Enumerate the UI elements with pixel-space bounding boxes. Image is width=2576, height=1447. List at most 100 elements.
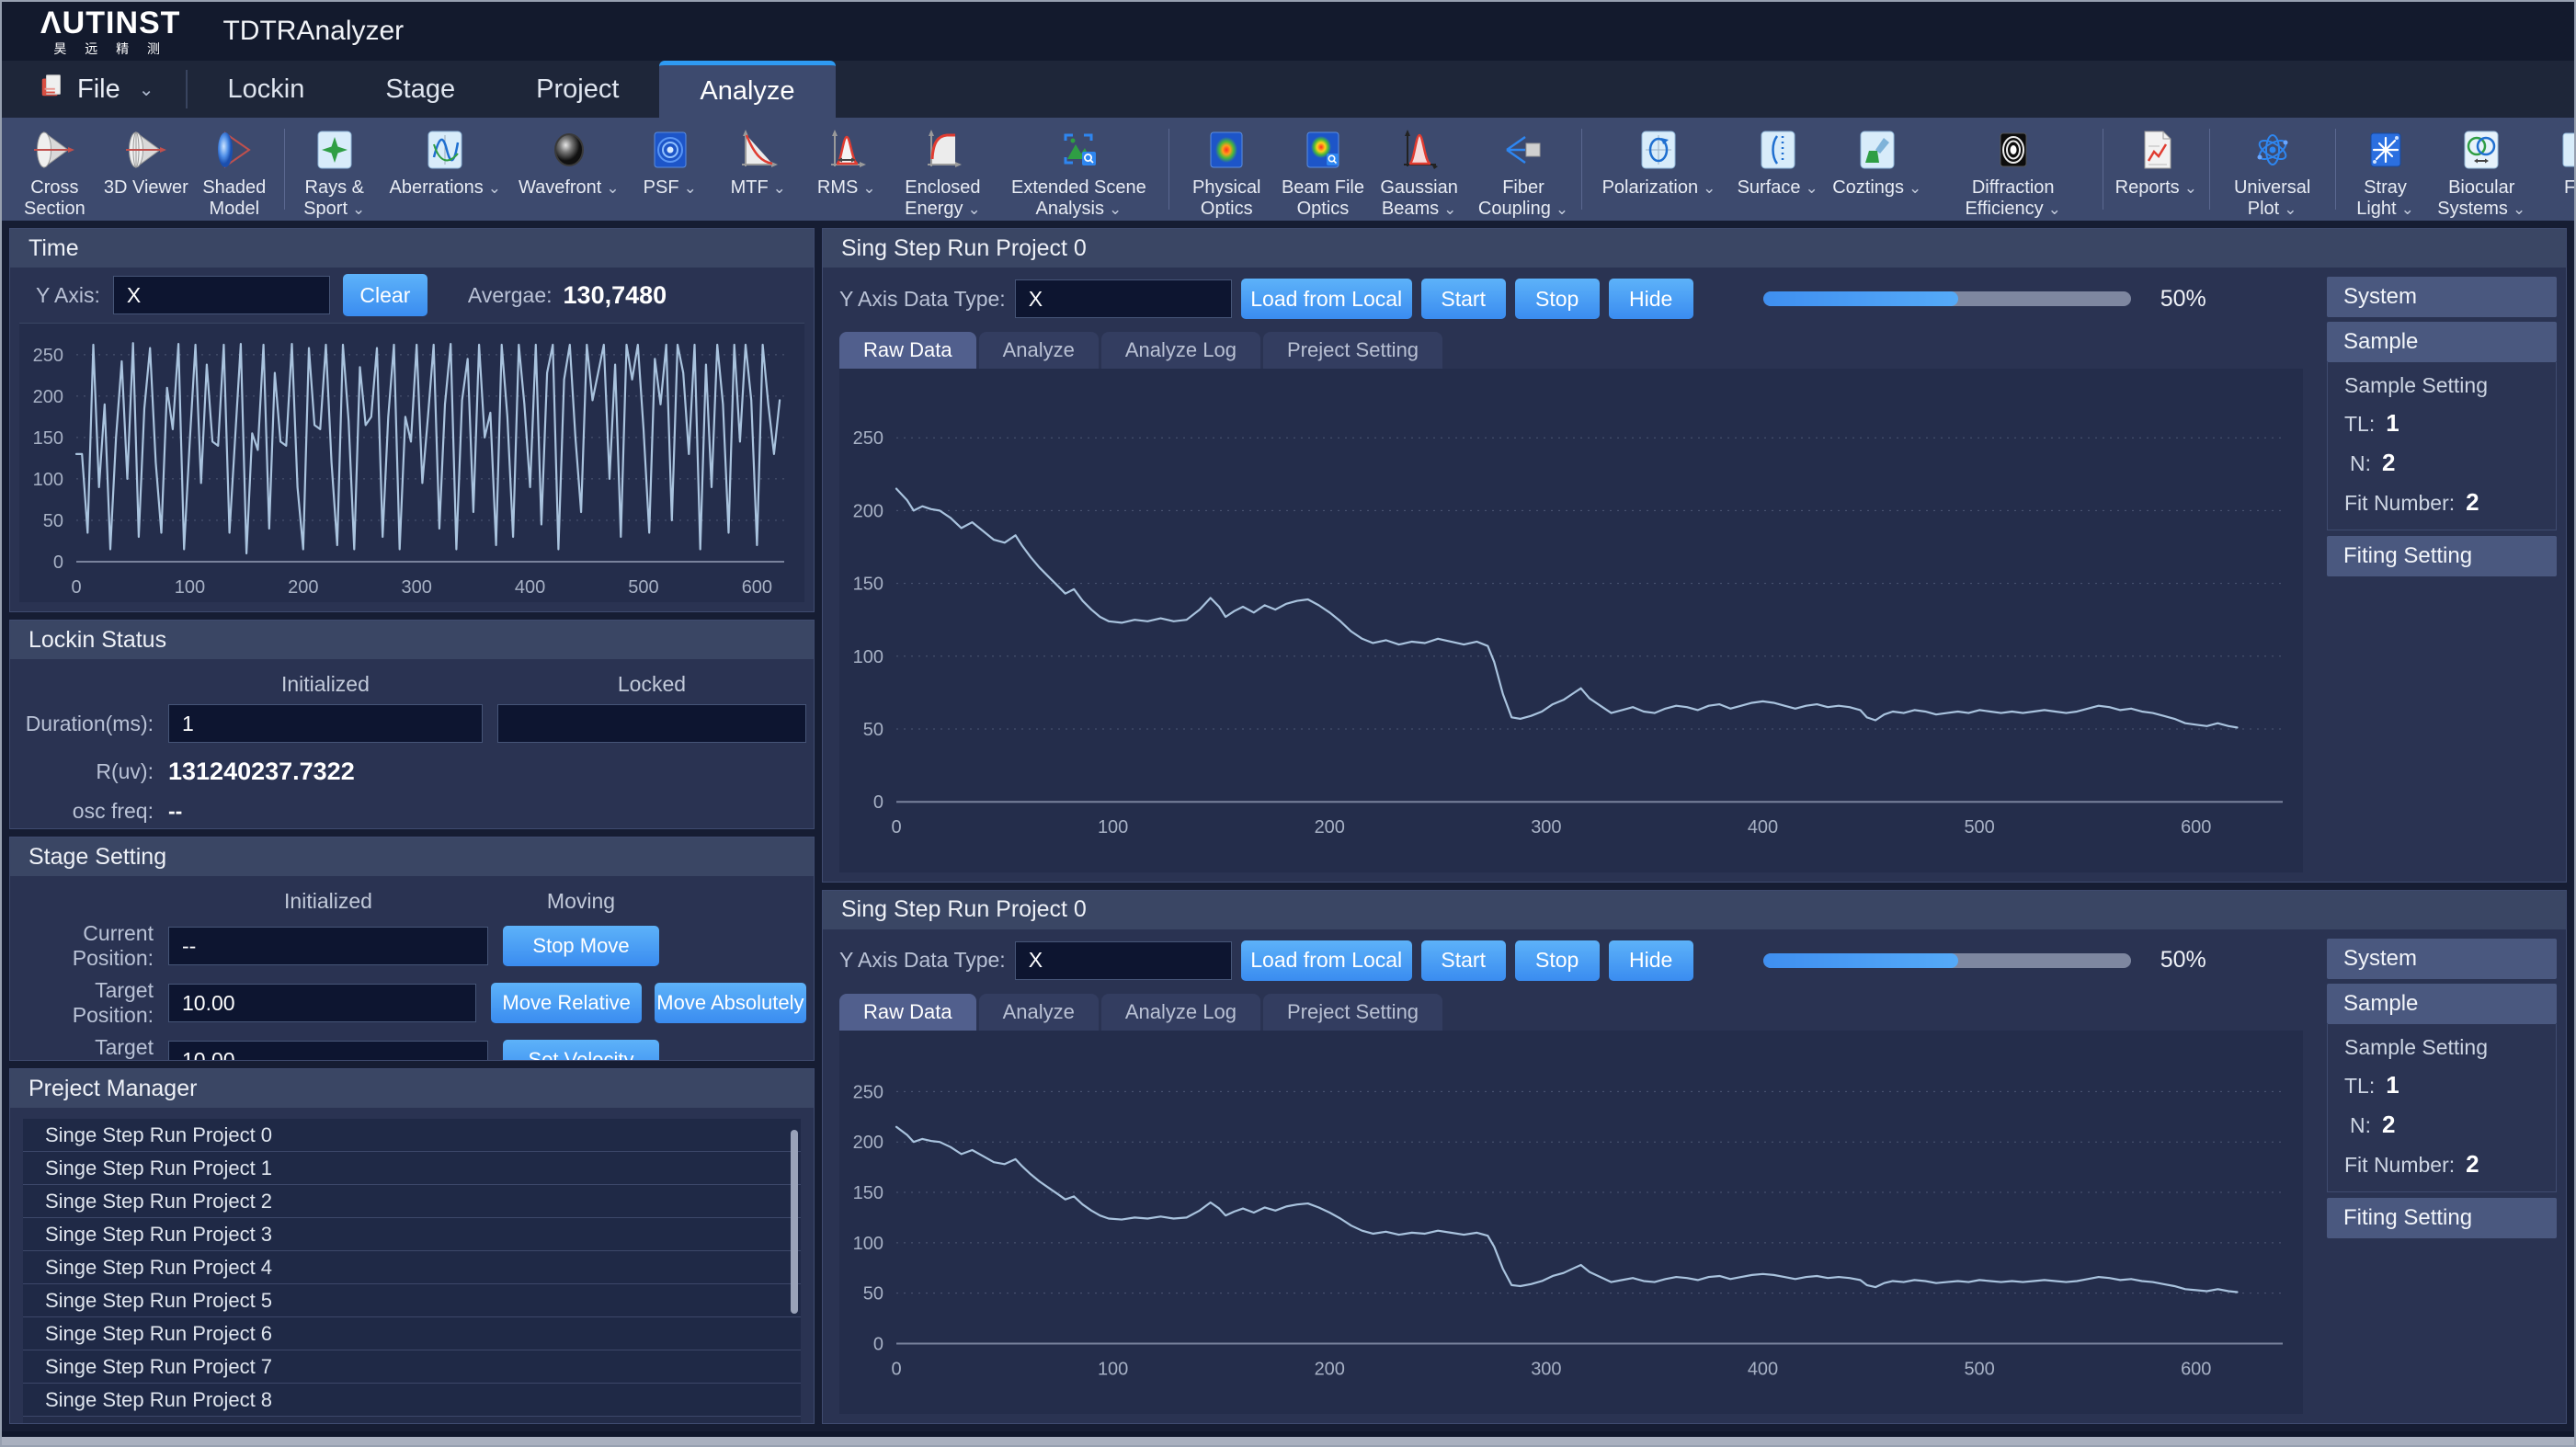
- duration-label: Duration(ms):: [17, 712, 154, 736]
- ribbon-item-reports[interactable]: Reports⌄: [2109, 118, 2204, 221]
- target-velocity-input[interactable]: 10.00: [168, 1041, 488, 1061]
- chevron-down-icon: ⌄: [967, 200, 980, 218]
- accordion-sample[interactable]: Sample: [2327, 322, 2557, 362]
- duration-locked-input[interactable]: [497, 704, 806, 743]
- chevron-down-icon: ⌄: [1806, 179, 1818, 197]
- accordion-fiting-setting[interactable]: Fiting Setting: [2327, 536, 2557, 576]
- menu-file[interactable]: File ⌄: [2, 61, 186, 118]
- hide-button[interactable]: Hide: [1609, 940, 1693, 981]
- ribbon-item-physical-optics[interactable]: Physical Optics: [1175, 118, 1279, 221]
- target-position-label: Target Position:: [17, 978, 154, 1028]
- list-item[interactable]: Singe Step Run Project 1: [23, 1152, 801, 1185]
- list-item[interactable]: Singe Step Run Project 0: [23, 1119, 801, 1152]
- tab-analyze-log[interactable]: Analyze Log: [1101, 994, 1260, 1031]
- hide-button[interactable]: Hide: [1609, 279, 1693, 319]
- accordion-fiting-setting[interactable]: Fiting Setting: [2327, 1198, 2557, 1238]
- chevron-down-icon: ⌄: [2048, 200, 2061, 218]
- stop-move-button[interactable]: Stop Move: [503, 926, 659, 966]
- load-from-local-button[interactable]: Load from Local: [1241, 940, 1412, 981]
- tab-raw-data[interactable]: Raw Data: [839, 332, 976, 369]
- stop-button[interactable]: Stop: [1515, 279, 1600, 319]
- vertical-scrollbar[interactable]: [791, 1130, 798, 1314]
- accordion-sample[interactable]: Sample: [2327, 984, 2557, 1024]
- duration-initialized-input[interactable]: 1: [168, 704, 483, 743]
- ribbon-item-label: Cross Section: [7, 177, 102, 220]
- tab-analyze[interactable]: Analyze: [659, 61, 835, 118]
- ribbon-item-diffraction-efficiency[interactable]: Diffraction Efficiency⌄: [1929, 118, 2097, 221]
- accordion-system[interactable]: System: [2327, 277, 2557, 317]
- ribbon-item-stray-light[interactable]: Stray Light⌄: [2342, 118, 2430, 221]
- list-item[interactable]: Singe Step Run Project 7: [23, 1350, 801, 1384]
- freeform-icon: [2554, 125, 2574, 175]
- run-chart-box: 0501001502002500100200300400500600: [839, 1031, 2303, 1414]
- tab-analyze[interactable]: Analyze: [979, 994, 1099, 1031]
- progress-bar: [1763, 953, 2131, 968]
- current-position-input[interactable]: --: [168, 927, 488, 965]
- app-title: TDTRAnalyzer: [222, 16, 404, 47]
- list-item[interactable]: Singe Step Run Project 4: [23, 1251, 801, 1284]
- ribbon-group-divider: [2209, 129, 2210, 210]
- ribbon-item-aberrations[interactable]: Aberrations⌄: [379, 118, 512, 221]
- list-item[interactable]: Singe Step Run Project 6: [23, 1317, 801, 1350]
- tab-preject-setting[interactable]: Preject Setting: [1263, 994, 1442, 1031]
- tab-stage[interactable]: Stage: [345, 61, 496, 118]
- osc-freq-value: --: [168, 799, 182, 824]
- ribbon-item-enclosed-energy[interactable]: Enclosed Energy⌄: [891, 118, 995, 221]
- project-manager-title: Preject Manager: [10, 1069, 814, 1108]
- tl-label: TL:: [2344, 1074, 2375, 1099]
- load-from-local-button[interactable]: Load from Local: [1241, 279, 1412, 319]
- list-item[interactable]: Singe Step Run Project 8: [23, 1384, 801, 1417]
- ribbon-item-surface[interactable]: Surface⌄: [1730, 118, 1825, 221]
- ribbon-item-polarization[interactable]: Polarization⌄: [1588, 118, 1731, 221]
- ribbon-item-coztings[interactable]: Coztings⌄: [1825, 118, 1929, 221]
- start-button[interactable]: Start: [1421, 279, 1506, 319]
- ribbon-item-mtf[interactable]: MTF⌄: [714, 118, 803, 221]
- tab-analyze-log[interactable]: Analyze Log: [1101, 332, 1260, 369]
- ribbon-item-3d-viewer[interactable]: 3D Viewer: [102, 118, 190, 221]
- ribbon-group-divider: [284, 129, 285, 210]
- tab-raw-data[interactable]: Raw Data: [839, 994, 976, 1031]
- ribbon-item-fre[interactable]: Fre: [2534, 118, 2574, 221]
- ribbon-item-biocular-systems[interactable]: Biocular Systems⌄: [2430, 118, 2534, 221]
- start-button[interactable]: Start: [1421, 940, 1506, 981]
- ribbon-item-gaussian-beams[interactable]: Gaussian Beams⌄: [1367, 118, 1471, 221]
- ribbon-item-beam-file-optics[interactable]: Beam File Optics: [1279, 118, 1367, 221]
- tab-analyze[interactable]: Analyze: [979, 332, 1099, 369]
- run-controls: Y Axis Data Type: X Load from Local Star…: [839, 940, 2303, 981]
- horizontal-scrollbar[interactable]: [2, 1437, 2574, 1445]
- set-velocity-button[interactable]: Set Velocity: [503, 1040, 659, 1061]
- ribbon-item-fiber-coupling[interactable]: Fiber Coupling⌄: [1471, 118, 1575, 221]
- y-axis-data-type-input[interactable]: X: [1015, 941, 1232, 980]
- ribbon-item-label: Aberrations⌄: [390, 177, 502, 199]
- move-relative-button[interactable]: Move Relative: [491, 983, 641, 1023]
- stop-button[interactable]: Stop: [1515, 940, 1600, 981]
- chevron-down-icon: ⌄: [2184, 179, 2197, 197]
- time-chart-box: 0501001502002500100200300400500600: [19, 323, 804, 602]
- y-axis-input[interactable]: X: [113, 276, 330, 314]
- stage-form: Initialized Moving Current Position: -- …: [10, 876, 814, 1061]
- svg-text:500: 500: [1964, 1359, 1994, 1379]
- svg-text:0: 0: [53, 553, 63, 573]
- y-axis-data-type-input[interactable]: X: [1015, 279, 1232, 318]
- ribbon-item-shaded-model[interactable]: Shaded Model: [190, 118, 279, 221]
- chevron-down-icon: ⌄: [2401, 200, 2414, 218]
- svg-text:100: 100: [33, 470, 63, 490]
- accordion-system[interactable]: System: [2327, 939, 2557, 979]
- list-item[interactable]: Singe Step Run Project 3: [23, 1218, 801, 1251]
- ribbon-item-rms[interactable]: RMS⌄: [803, 118, 891, 221]
- tab-preject-setting[interactable]: Preject Setting: [1263, 332, 1442, 369]
- tab-lockin[interactable]: Lockin: [188, 61, 346, 118]
- ribbon-item-cross-section[interactable]: Cross Section: [7, 118, 102, 221]
- ribbon-item-wavefront[interactable]: Wavefront⌄: [512, 118, 626, 221]
- ribbon-item-rays-sport[interactable]: Rays & Sport⌄: [291, 118, 379, 221]
- move-absolutely-button[interactable]: Move Absolutely: [655, 983, 806, 1023]
- list-item[interactable]: Singe Step Run Project 5: [23, 1284, 801, 1317]
- list-item[interactable]: Singe Step Run Project 2: [23, 1185, 801, 1218]
- ribbon-item-extended-scene-analysis[interactable]: Extended Scene Analysis⌄: [995, 118, 1163, 221]
- svg-text:300: 300: [1531, 1359, 1561, 1379]
- ribbon-item-psf[interactable]: PSF⌄: [626, 118, 714, 221]
- target-position-input[interactable]: 10.00: [168, 984, 476, 1022]
- clear-button[interactable]: Clear: [343, 274, 427, 316]
- tab-project[interactable]: Project: [496, 61, 659, 118]
- ribbon-item-universal-plot[interactable]: Universal Plot⌄: [2216, 118, 2330, 221]
